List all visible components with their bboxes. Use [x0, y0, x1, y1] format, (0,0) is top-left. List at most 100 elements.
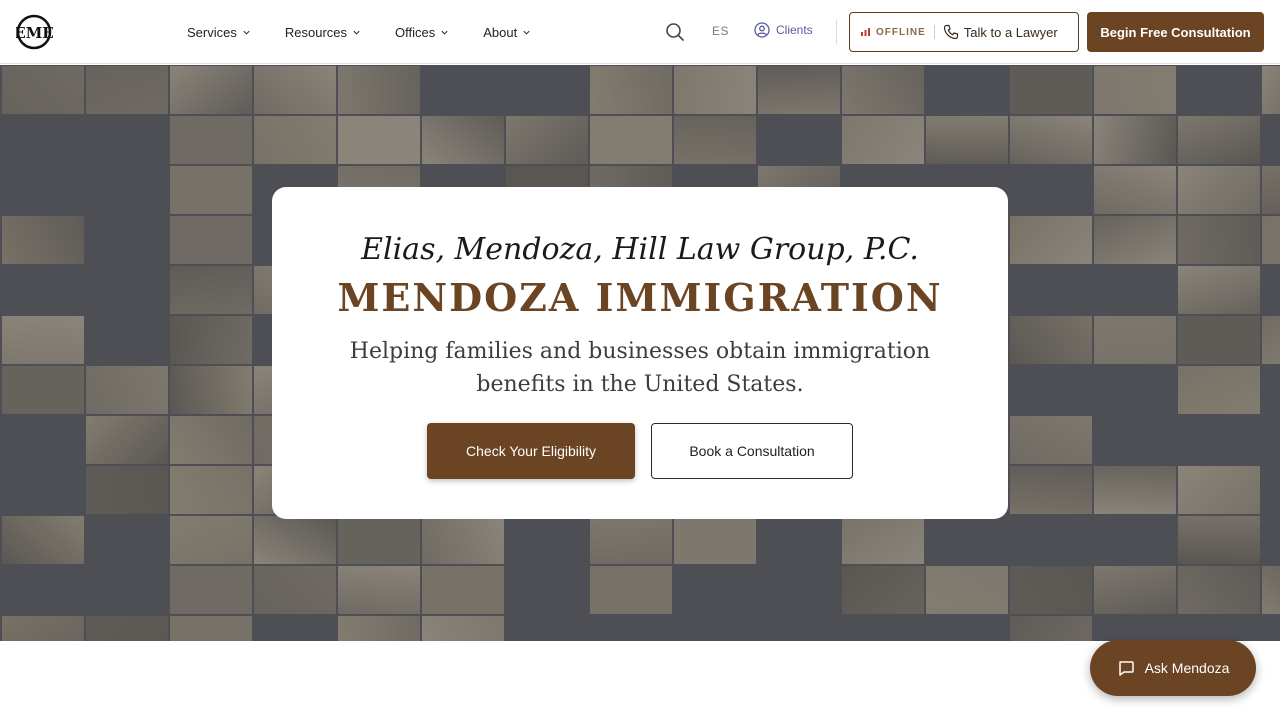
- photo-tile: [422, 116, 504, 164]
- begin-consultation-button[interactable]: Begin Free Consultation: [1087, 12, 1264, 52]
- status-badge: OFFLINE: [861, 27, 926, 38]
- photo-tile: [2, 516, 84, 564]
- photo-tile: [254, 116, 336, 164]
- talk-label-group: Talk to a Lawyer: [943, 24, 1058, 40]
- photo-tile: [1010, 466, 1092, 514]
- photo-tile: [422, 516, 504, 564]
- photo-tile: [1010, 416, 1092, 464]
- photo-tile: [1262, 166, 1280, 214]
- chevron-down-icon: [353, 30, 360, 35]
- photo-tile: [2, 66, 84, 114]
- photo-tile: [86, 616, 168, 641]
- photo-tile: [254, 566, 336, 614]
- clients-label: Clients: [776, 23, 813, 37]
- photo-tile: [1178, 366, 1260, 414]
- photo-tile: [842, 516, 924, 564]
- photo-tile: [1010, 216, 1092, 264]
- photo-tile: [2, 316, 84, 364]
- photo-tile: [254, 66, 336, 114]
- photo-tile: [1178, 216, 1260, 264]
- photo-tile: [1262, 316, 1280, 364]
- talk-to-lawyer-button[interactable]: OFFLINE Talk to a Lawyer: [849, 12, 1079, 52]
- photo-tile: [1262, 66, 1280, 114]
- signature-graphic: Elias, Mendoza, Hill Law Group, P.C.: [360, 232, 919, 267]
- photo-tile: [1178, 566, 1260, 614]
- search-icon[interactable]: [664, 21, 686, 43]
- photo-tile: [2, 366, 84, 414]
- site-header: EME Services Resources Offices About ES: [0, 0, 1280, 64]
- photo-tile: [170, 66, 252, 114]
- photo-tile: [842, 566, 924, 614]
- photo-tile: [170, 516, 252, 564]
- photo-tile: [842, 116, 924, 164]
- clients-link[interactable]: Clients: [754, 22, 813, 38]
- nav-resources[interactable]: Resources: [285, 25, 361, 40]
- chevron-down-icon: [523, 30, 530, 35]
- book-consultation-button[interactable]: Book a Consultation: [651, 423, 853, 479]
- photo-tile: [1178, 116, 1260, 164]
- photo-tile: [1262, 566, 1280, 614]
- language-toggle[interactable]: ES: [712, 24, 729, 38]
- photo-tile: [338, 116, 420, 164]
- photo-tile: [338, 566, 420, 614]
- photo-tile: [170, 316, 252, 364]
- photo-tile: [170, 116, 252, 164]
- svg-text:EME: EME: [16, 24, 54, 42]
- photo-tile: [674, 516, 756, 564]
- phone-icon: [943, 24, 958, 40]
- photo-tile: [590, 566, 672, 614]
- main-nav: Services Resources Offices About: [187, 0, 565, 64]
- nav-resources-label: Resources: [284, 24, 347, 40]
- photo-tile: [254, 516, 336, 564]
- photo-tile: [590, 66, 672, 114]
- hero-tagline: Helping families and businesses obtain i…: [349, 339, 931, 397]
- hero-card: Elias, Mendoza, Hill Law Group, P.C. MEN…: [272, 187, 1008, 519]
- photo-tile: [86, 66, 168, 114]
- ask-mendoza-chat-button[interactable]: Ask Mendoza: [1090, 640, 1256, 696]
- nav-services-label: Services: [187, 24, 237, 40]
- photo-tile: [1178, 466, 1260, 514]
- photo-tile: [1178, 316, 1260, 364]
- photo-tile: [86, 366, 168, 414]
- photo-tile: [674, 116, 756, 164]
- photo-tile: [1094, 116, 1176, 164]
- photo-tile: [1094, 66, 1176, 114]
- photo-tile: [674, 66, 756, 114]
- photo-tile: [1010, 566, 1092, 614]
- brand-title: MENDOZA IMMIGRATION: [337, 275, 943, 320]
- photo-tile: [170, 266, 252, 314]
- photo-tile: [170, 616, 252, 641]
- nav-services[interactable]: Services: [187, 25, 251, 40]
- nav-offices[interactable]: Offices: [395, 25, 449, 40]
- photo-tile: [1094, 316, 1176, 364]
- photo-tile: [1094, 166, 1176, 214]
- photo-tile: [422, 616, 504, 641]
- photo-tile: [1094, 466, 1176, 514]
- photo-tile: [1178, 266, 1260, 314]
- nav-about-label: About: [483, 24, 518, 40]
- photo-tile: [338, 516, 420, 564]
- status-label: OFFLINE: [876, 26, 926, 38]
- header-divider: [836, 20, 837, 44]
- nav-about[interactable]: About: [483, 25, 531, 40]
- photo-tile: [590, 116, 672, 164]
- signal-bars-icon: [861, 28, 870, 36]
- photo-tile: [1010, 116, 1092, 164]
- photo-tile: [590, 516, 672, 564]
- talk-divider: [933, 25, 935, 39]
- firm-logo[interactable]: EME: [16, 14, 54, 50]
- photo-tile: [170, 416, 252, 464]
- photo-tile: [170, 216, 252, 264]
- check-eligibility-button[interactable]: Check Your Eligibility: [427, 423, 635, 479]
- svg-text:Elias, Mendoza, Hill Law Group: Elias, Mendoza, Hill Law Group, P.C.: [360, 232, 919, 267]
- photo-tile: [1178, 166, 1260, 214]
- photo-tile: [170, 566, 252, 614]
- photo-tile: [422, 566, 504, 614]
- photo-tile: [1094, 566, 1176, 614]
- chat-bubble-icon: [1118, 661, 1134, 676]
- talk-label: Talk to a Lawyer: [963, 24, 1058, 40]
- photo-tile: [338, 616, 420, 641]
- photo-tile: [2, 616, 84, 641]
- photo-tile: [926, 566, 1008, 614]
- photo-tile: [842, 66, 924, 114]
